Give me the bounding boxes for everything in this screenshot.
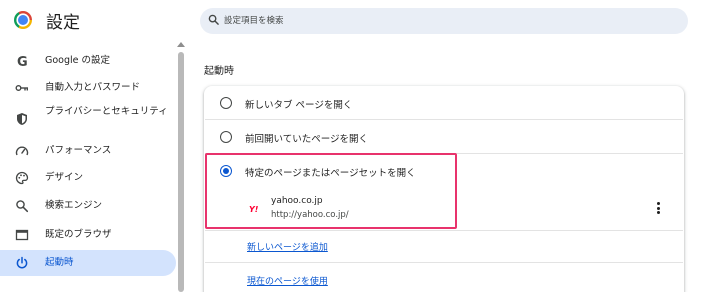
sidebar-item-default-browser[interactable]: 既定のブラウザ — [0, 222, 176, 248]
search-icon — [16, 200, 29, 213]
sidebar-item-appearance[interactable]: デザイン — [0, 165, 176, 191]
divider — [205, 119, 683, 120]
option-label: 新しいタブ ページを開く — [245, 100, 353, 111]
use-current-pages-link[interactable]: 現在のページを使用 — [247, 274, 328, 287]
option-continue[interactable]: 前回開いていたページを開く — [205, 121, 683, 153]
site-url: http://yahoo.co.jp/ — [271, 210, 349, 220]
google-icon: G — [17, 55, 28, 68]
sidebar-item-label: デザイン — [45, 172, 84, 183]
page-title: 設定 — [46, 13, 80, 33]
site-name: yahoo.co.jp — [271, 196, 323, 206]
divider — [205, 262, 683, 263]
option-label: 前回開いていたページを開く — [245, 134, 369, 145]
svg-text:G: G — [17, 55, 28, 68]
search-placeholder: 設定項目を検索 — [224, 16, 284, 26]
speedometer-icon — [15, 146, 29, 156]
sidebar-item-on-startup[interactable]: 起動時 — [0, 250, 176, 276]
scrollbar-thumb[interactable] — [178, 52, 184, 292]
sidebar-item-label: パフォーマンス — [45, 145, 112, 156]
sidebar-item-label: プライバシーとセキュリティ — [45, 106, 168, 117]
chrome-logo-icon — [14, 11, 32, 29]
option-new-tab[interactable]: 新しいタブ ページを開く — [205, 87, 683, 119]
radio-button[interactable] — [220, 131, 232, 143]
sidebar-item-google[interactable]: G Google の設定 — [0, 48, 176, 74]
sidebar-item-label: 自動入力とパスワード — [45, 82, 141, 93]
section-title: 起動時 — [204, 66, 234, 77]
power-icon — [16, 256, 28, 269]
sidebar-item-label: 既定のブラウザ — [45, 229, 112, 240]
yahoo-favicon-icon: Y! — [249, 205, 259, 214]
shield-icon — [17, 113, 27, 125]
sidebar-item-search-engine[interactable]: 検索エンジン — [0, 193, 176, 219]
add-page-link[interactable]: 新しいページを追加 — [247, 240, 328, 253]
divider — [205, 230, 683, 231]
scroll-up-arrow-icon[interactable] — [177, 42, 185, 47]
sidebar-item-label: Google の設定 — [45, 55, 111, 66]
sidebar-item-autofill[interactable]: 自動入力とパスワード — [0, 75, 176, 101]
sidebar-item-label: 検索エンジン — [45, 200, 103, 211]
sidebar-item-privacy[interactable]: プライバシーとセキュリティ — [0, 103, 176, 133]
more-actions-icon[interactable] — [652, 202, 664, 216]
sidebar-item-performance[interactable]: パフォーマンス — [0, 138, 176, 164]
sidebar-item-label: 起動時 — [45, 257, 74, 268]
header: 設定 設定項目を検索 — [0, 0, 720, 40]
radio-button[interactable] — [220, 97, 232, 109]
browser-window-icon — [15, 229, 29, 241]
palette-icon — [15, 171, 29, 185]
search-icon — [208, 14, 219, 25]
key-icon — [15, 84, 29, 91]
